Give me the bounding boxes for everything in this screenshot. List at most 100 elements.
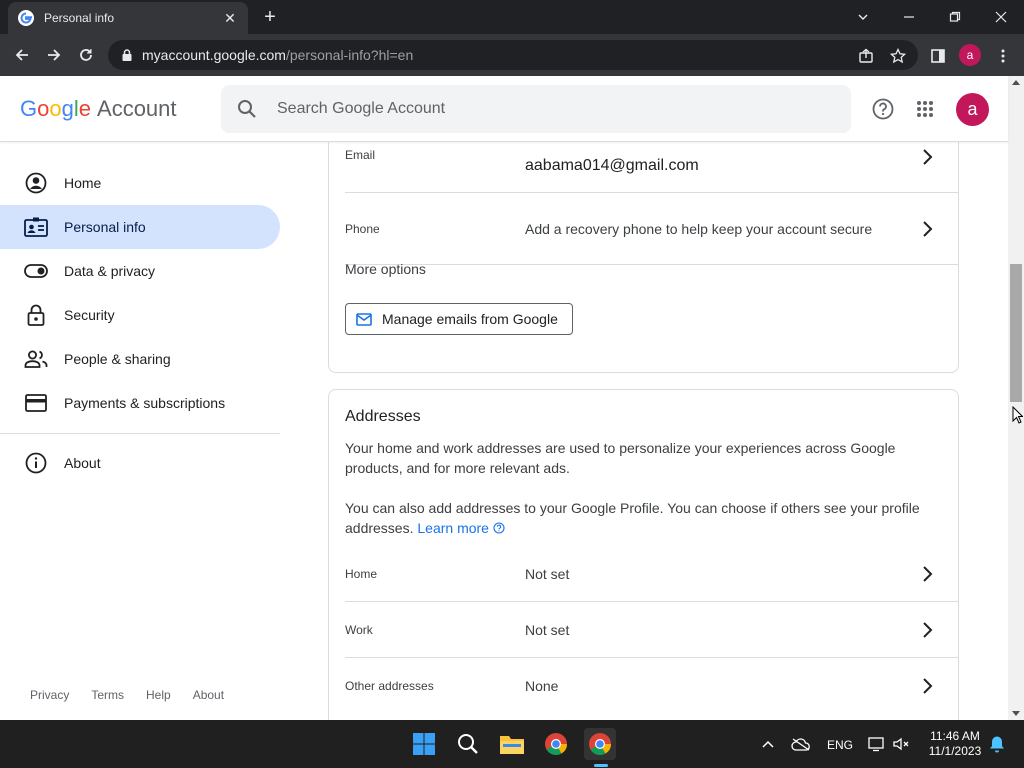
help-circle-icon[interactable] xyxy=(493,522,505,534)
address-value: Not set xyxy=(525,621,570,638)
sidebar-item-personal-info[interactable]: Personal info xyxy=(0,205,280,249)
logo-letter: o xyxy=(49,96,62,121)
taskbar-search-icon[interactable] xyxy=(452,728,484,760)
browser-profile-avatar[interactable]: a xyxy=(959,44,981,66)
sidebar-nav: Home Personal info Data & privacy Securi… xyxy=(0,142,290,720)
file-explorer-icon[interactable] xyxy=(496,728,528,760)
address-label: Other addresses xyxy=(345,679,434,693)
minimize-icon[interactable] xyxy=(886,0,932,34)
address-label: Work xyxy=(345,622,373,637)
sidebar-item-security[interactable]: Security xyxy=(0,293,280,337)
account-circle-icon xyxy=(24,171,48,195)
notification-bell-icon[interactable] xyxy=(986,728,1008,760)
tray-overflow-chevron-icon[interactable] xyxy=(752,728,784,760)
windows-start-icon[interactable] xyxy=(408,728,440,760)
google-favicon-icon xyxy=(18,10,34,26)
learn-more-link[interactable]: Learn more xyxy=(417,520,489,536)
sidebar-item-people-sharing[interactable]: People & sharing xyxy=(0,337,280,381)
bookmark-star-icon[interactable] xyxy=(889,47,907,65)
scroll-up-arrow-icon[interactable] xyxy=(1012,80,1020,85)
address-row-home[interactable]: Home Not set xyxy=(345,546,959,602)
footer-link-help[interactable]: Help xyxy=(146,688,171,702)
tab-title: Personal info xyxy=(44,11,115,25)
main-content: Email aabama014@gmail.com Phone Add a re… xyxy=(328,122,960,734)
mail-icon xyxy=(356,310,374,328)
email-label: Email xyxy=(345,148,376,162)
account-avatar[interactable]: a xyxy=(956,93,989,126)
active-app-indicator xyxy=(594,764,608,767)
chevron-right-icon xyxy=(915,217,939,241)
sidebar-divider xyxy=(0,433,280,434)
sidebar-item-label: About xyxy=(64,455,101,471)
browser-menu-icon[interactable] xyxy=(994,47,1012,65)
scroll-down-arrow-icon[interactable] xyxy=(1012,711,1020,716)
sidebar-item-about[interactable]: About xyxy=(0,441,280,485)
new-tab-icon[interactable]: + xyxy=(258,6,282,30)
help-icon[interactable] xyxy=(871,97,895,121)
browser-title-bar: Personal info ✕ + xyxy=(0,0,1024,34)
more-options-label: More options xyxy=(345,261,426,277)
page-scrollbar[interactable] xyxy=(1008,76,1024,720)
people-icon xyxy=(24,347,48,371)
google-account-logo[interactable]: Google Account xyxy=(20,96,177,122)
address-value: None xyxy=(525,678,559,694)
clock-time: 11:46 AM xyxy=(930,729,980,743)
tab-search-icon[interactable] xyxy=(840,0,886,34)
side-panel-icon[interactable] xyxy=(929,47,947,65)
footer-link-terms[interactable]: Terms xyxy=(91,688,124,702)
lock-icon xyxy=(122,49,132,61)
id-card-icon xyxy=(24,215,48,239)
sidebar-item-label: Data & privacy xyxy=(64,263,156,279)
email-value: aabama014@gmail.com xyxy=(525,157,699,174)
sidebar-item-data-privacy[interactable]: Data & privacy xyxy=(0,249,280,293)
clock-date: 11/1/2023 xyxy=(928,744,982,758)
onedrive-icon[interactable] xyxy=(786,728,816,760)
lock-icon xyxy=(24,303,48,327)
info-icon xyxy=(24,451,48,475)
restore-icon[interactable] xyxy=(932,0,978,34)
logo-suffix: Account xyxy=(97,96,177,121)
contact-info-card: Email aabama014@gmail.com Phone Add a re… xyxy=(328,122,959,373)
sidebar-item-payments[interactable]: Payments & subscriptions xyxy=(0,381,280,425)
footer-links: Privacy Terms Help About xyxy=(30,688,224,702)
close-window-icon[interactable] xyxy=(978,0,1024,34)
apps-grid-icon[interactable] xyxy=(913,97,937,121)
sidebar-item-label: Personal info xyxy=(64,219,146,235)
sidebar-item-label: Home xyxy=(64,175,102,191)
share-icon[interactable] xyxy=(857,47,875,65)
toggle-icon xyxy=(24,259,48,283)
sidebar-item-home[interactable]: Home xyxy=(0,161,280,205)
chevron-right-icon xyxy=(915,145,939,169)
forward-icon[interactable] xyxy=(42,43,66,67)
volume-muted-icon[interactable] xyxy=(886,728,916,760)
address-row-other[interactable]: Other addresses None xyxy=(345,658,959,714)
phone-row[interactable]: Phone Add a recovery phone to help keep … xyxy=(345,193,959,265)
footer-link-about[interactable]: About xyxy=(193,688,224,702)
chrome-active-icon[interactable] xyxy=(584,728,616,760)
reload-icon[interactable] xyxy=(74,43,98,67)
url-path: /personal-info?hl=en xyxy=(285,47,414,63)
taskbar-clock[interactable]: 11:46 AM 11/1/2023 xyxy=(918,729,992,759)
address-bar[interactable]: myaccount.google.com/personal-info?hl=en xyxy=(108,40,918,70)
url-host: myaccount.google.com xyxy=(142,47,286,63)
addresses-card: Addresses Your home and work addresses a… xyxy=(328,389,959,734)
chrome-icon[interactable] xyxy=(540,728,572,760)
address-value: Not set xyxy=(525,565,570,582)
address-row-work[interactable]: Work Not set xyxy=(345,602,959,658)
logo-letter: G xyxy=(20,96,38,121)
search-icon[interactable] xyxy=(237,99,257,119)
search-box[interactable] xyxy=(221,85,851,133)
address-label: Home xyxy=(345,566,378,581)
search-input[interactable] xyxy=(277,100,777,118)
language-indicator[interactable]: ENG xyxy=(827,738,853,752)
logo-letter: e xyxy=(78,96,92,121)
tab-close-icon[interactable]: ✕ xyxy=(222,10,238,27)
footer-link-privacy[interactable]: Privacy xyxy=(30,688,69,702)
sidebar-item-label: People & sharing xyxy=(64,351,171,367)
back-icon[interactable] xyxy=(10,43,34,67)
addresses-description: Your home and work addresses are used to… xyxy=(345,440,896,476)
manage-emails-button[interactable]: Manage emails from Google xyxy=(345,303,573,335)
browser-tab[interactable]: Personal info ✕ xyxy=(8,2,248,34)
credit-card-icon xyxy=(24,391,48,415)
scrollbar-thumb[interactable] xyxy=(1010,264,1022,402)
